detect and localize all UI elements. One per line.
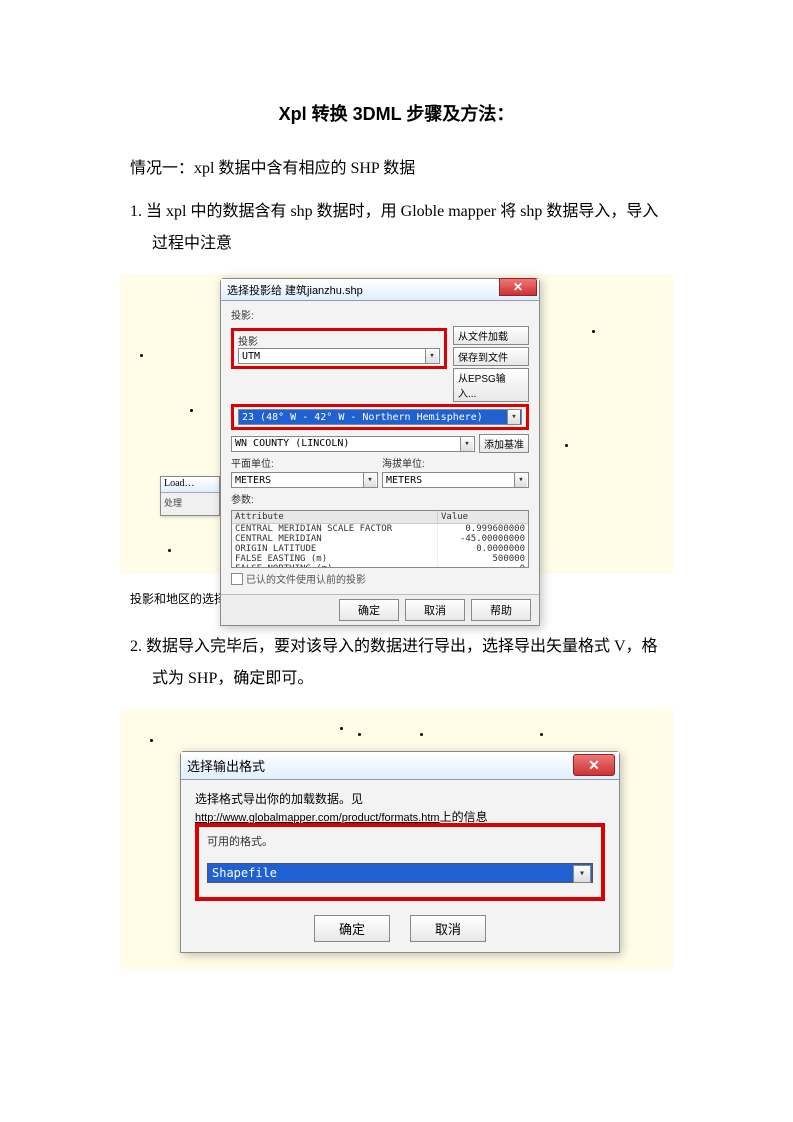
- params-grid: AttributeValue CENTRAL MERIDIAN SCALE FA…: [231, 510, 529, 568]
- dialog-title: 选择投影给 建筑jianzhu.shp: [227, 282, 533, 298]
- load-window-title: Load…: [161, 477, 219, 493]
- elev-value: METERS: [386, 475, 422, 486]
- planar-unit-dropdown[interactable]: METERS: [231, 472, 378, 488]
- screenshot-1: Load… 处理 选择投影给 建筑jianzhu.shp ✕ 投影: 投影 UT…: [120, 274, 673, 574]
- cancel-button[interactable]: 取消: [410, 915, 486, 942]
- close-icon: ✕: [588, 757, 600, 774]
- dialog-body-2: 上的信息: [440, 810, 488, 824]
- page-title: Xpl 转换 3DML 步骤及方法：: [130, 100, 663, 126]
- table-row: CENTRAL MERIDIAN-45.00000000: [232, 534, 528, 544]
- scenario-heading: 情况一：xpl 数据中含有相应的 SHP 数据: [130, 154, 663, 178]
- zone-dropdown[interactable]: 23 (48° W - 42° W - Northern Hemisphere): [238, 409, 522, 425]
- proj-value: UTM: [242, 351, 260, 362]
- table-row: FALSE EASTING (m)500000: [232, 554, 528, 564]
- dialog-titlebar: 选择输出格式 ✕: [181, 752, 619, 780]
- zone-highlight: 23 (48° W - 42° W - Northern Hemisphere): [231, 404, 529, 430]
- section-label: 投影:: [231, 307, 529, 322]
- close-button[interactable]: ✕: [499, 278, 537, 296]
- planar-unit-label: 平面单位:: [231, 455, 283, 470]
- export-format-dialog: 选择输出格式 ✕ 选择格式导出你的加载数据。见 http://www.globa…: [180, 751, 620, 953]
- load-window: Load… 处理: [160, 476, 220, 516]
- load-window-body: 处理: [161, 493, 219, 512]
- dialog-body-1: 选择格式导出你的加载数据。见: [195, 792, 605, 808]
- close-icon: ✕: [513, 280, 523, 294]
- epsg-input-button[interactable]: 从EPSG输入...: [453, 368, 529, 402]
- close-button[interactable]: ✕: [573, 754, 615, 776]
- format-highlight: 可用的格式。 Shapefile: [195, 823, 605, 901]
- screenshot-2: 选择输出格式 ✕ 选择格式导出你的加载数据。见 http://www.globa…: [120, 709, 673, 969]
- step-2: 2. 数据导入完毕后，要对该导入的数据进行导出，选择导出矢量格式 V，格式为 S…: [130, 631, 663, 695]
- ok-button[interactable]: 确定: [339, 599, 399, 621]
- dialog-title: 选择输出格式: [187, 756, 613, 775]
- proj-label: 投影: [238, 333, 440, 348]
- ok-button[interactable]: 确定: [314, 915, 390, 942]
- params-label: 参数:: [231, 491, 529, 506]
- cancel-button[interactable]: 取消: [405, 599, 465, 621]
- load-from-file-button[interactable]: 从文件加载: [453, 326, 529, 345]
- help-button[interactable]: 帮助: [471, 599, 531, 621]
- proj-dropdown[interactable]: UTM: [238, 348, 440, 364]
- county-dropdown[interactable]: WN COUNTY (LINCOLN): [231, 436, 475, 452]
- step-1: 1. 当 xpl 中的数据含有 shp 数据时，用 Globle mapper …: [130, 196, 663, 260]
- save-to-file-button[interactable]: 保存到文件: [453, 347, 529, 366]
- format-value: Shapefile: [212, 866, 277, 880]
- checkbox-label: 已认的文件使用认前的投影: [246, 571, 366, 586]
- dialog-body-3: 可用的格式。: [207, 833, 593, 849]
- elev-unit-dropdown[interactable]: METERS: [382, 472, 529, 488]
- grid-header-attr: Attribute: [232, 511, 438, 523]
- add-datum-button[interactable]: 添加基准: [479, 434, 529, 453]
- table-row: ORIGIN LATITUDE0.0000000: [232, 544, 528, 554]
- grid-header-val: Value: [438, 511, 528, 523]
- table-row: FALSE NORTHING (m)0: [232, 564, 528, 568]
- default-proj-checkbox[interactable]: 已认的文件使用认前的投影: [231, 571, 529, 586]
- dialog-titlebar: 选择投影给 建筑jianzhu.shp ✕: [221, 279, 539, 301]
- county-value: WN COUNTY (LINCOLN): [235, 438, 349, 449]
- formats-link[interactable]: http://www.globalmapper.com/product/form…: [195, 812, 440, 824]
- projection-dialog: 选择投影给 建筑jianzhu.shp ✕ 投影: 投影 UTM 从文件加载 保…: [220, 278, 540, 626]
- format-dropdown[interactable]: Shapefile: [207, 863, 593, 883]
- table-row: CENTRAL MERIDIAN SCALE FACTOR0.999600000: [232, 524, 528, 534]
- zone-value: 23 (48° W - 42° W - Northern Hemisphere): [242, 412, 483, 423]
- projection-highlight: 投影 UTM: [231, 328, 447, 369]
- elev-unit-label: 海拔单位:: [382, 455, 434, 470]
- planar-value: METERS: [235, 475, 271, 486]
